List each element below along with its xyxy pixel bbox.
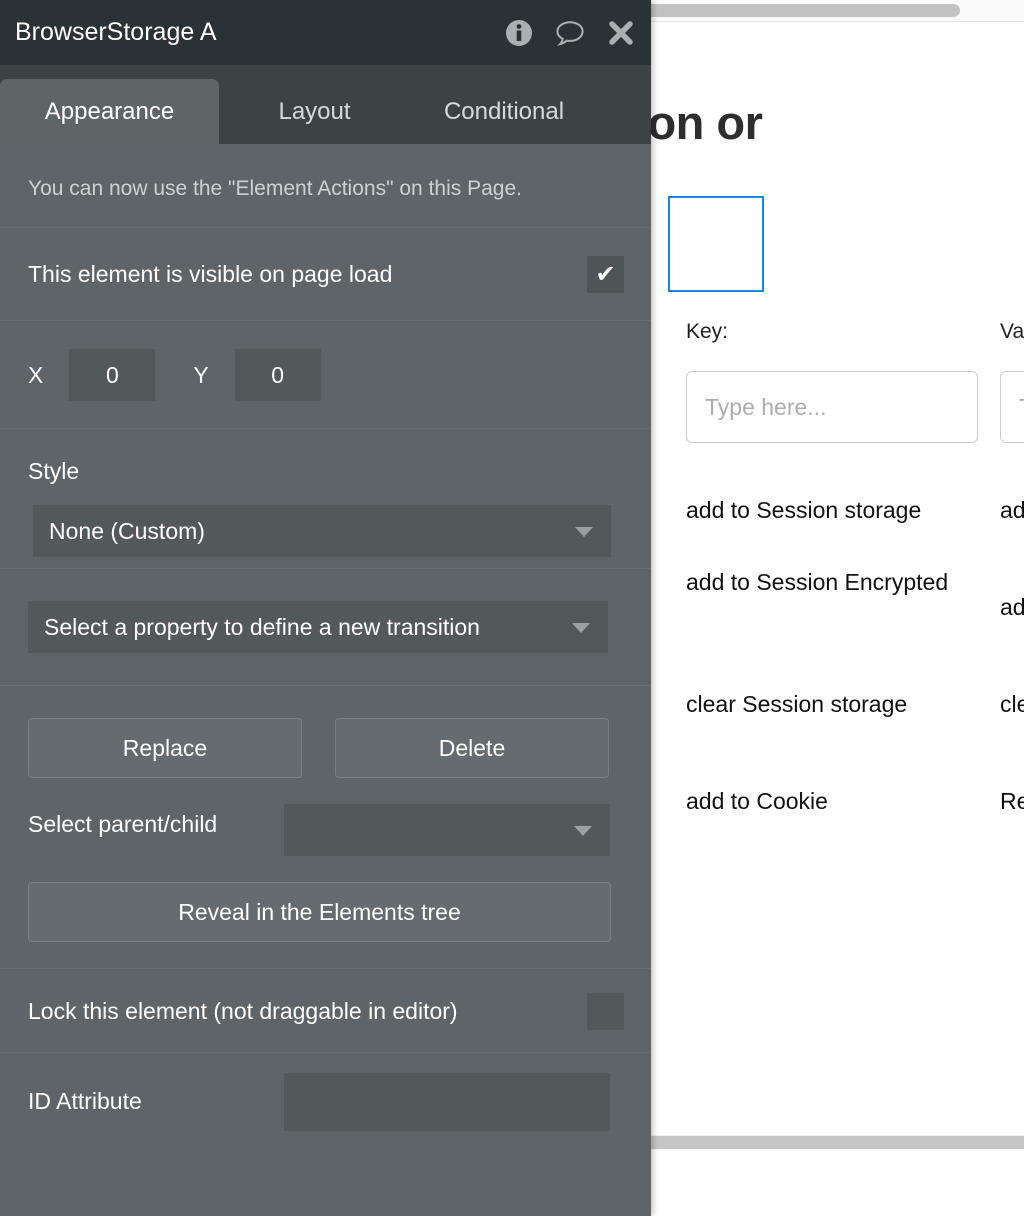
section-id-attribute: ID Attribute xyxy=(0,1053,651,1149)
style-dropdown[interactable]: None (Custom) xyxy=(33,505,611,557)
parent-child-label: Select parent/child xyxy=(28,811,218,837)
section-lock: Lock this element (not draggable in edit… xyxy=(0,969,651,1053)
chevron-down-icon xyxy=(574,826,592,836)
lock-element-checkbox[interactable] xyxy=(587,992,624,1030)
x-label: X xyxy=(28,361,44,388)
action-item-read-cookie-right[interactable]: Read Cookie xyxy=(1000,787,1024,816)
panel-body: You can now use the "Element Actions" on… xyxy=(0,144,651,1216)
section-position: X 0 Y 0 xyxy=(0,321,651,429)
delete-button[interactable]: Delete xyxy=(335,718,609,778)
action-item-session-storage-right[interactable]: add to Session storage xyxy=(1000,496,1024,525)
chevron-down-icon xyxy=(572,623,590,633)
visible-on-load-label: This element is visible on page load xyxy=(28,261,393,287)
parent-child-dropdown[interactable] xyxy=(284,804,610,856)
transition-dropdown[interactable]: Select a property to define a new transi… xyxy=(28,601,608,653)
y-input[interactable]: 0 xyxy=(234,349,321,401)
panel-titlebar: BrowserStorage A xyxy=(0,0,651,65)
section-transition: Select a property to define a new transi… xyxy=(0,569,651,686)
action-item-session-storage[interactable]: add to Session storage xyxy=(686,496,966,525)
section-hint: You can now use the "Element Actions" on… xyxy=(0,144,651,228)
replace-button[interactable]: Replace xyxy=(28,718,302,778)
property-editor-panel: BrowserStorage A Appearance Layout Condi… xyxy=(0,0,651,1216)
tab-layout[interactable]: Layout xyxy=(247,79,382,144)
selected-element-outline[interactable] xyxy=(668,196,764,292)
y-label: Y xyxy=(193,361,209,388)
lock-element-label: Lock this element (not draggable in edit… xyxy=(28,997,458,1024)
style-dropdown-value: None (Custom) xyxy=(49,517,205,544)
style-label: Style xyxy=(28,458,80,484)
action-item-clear-session-right[interactable]: clear Session storage xyxy=(1000,690,1024,719)
info-icon[interactable] xyxy=(505,19,533,47)
checkmark-icon: ✔ xyxy=(595,261,616,288)
tab-layout-label: Layout xyxy=(278,97,351,125)
tabstrip: Appearance Layout Conditional xyxy=(0,65,651,144)
tab-appearance[interactable]: Appearance xyxy=(0,79,219,144)
action-item-add-cookie[interactable]: add to Cookie xyxy=(686,787,966,816)
comment-icon[interactable] xyxy=(555,19,585,47)
section-visibility: This element is visible on page load ✔ xyxy=(0,228,651,321)
close-icon[interactable] xyxy=(607,19,635,47)
tab-appearance-label: Appearance xyxy=(44,97,175,125)
value-input[interactable]: Type here... xyxy=(1000,371,1024,443)
value-column-label: Value: xyxy=(1000,320,1024,343)
section-style: Style None (Custom) xyxy=(0,429,651,569)
key-input[interactable]: Type here... xyxy=(686,371,978,443)
visible-on-load-checkbox[interactable]: ✔ xyxy=(587,256,624,293)
action-item-session-encrypted[interactable]: add to Session Encrypted xyxy=(686,568,966,597)
chevron-down-icon xyxy=(575,527,593,537)
reveal-in-elements-tree-button[interactable]: Reveal in the Elements tree xyxy=(28,882,611,942)
titlebar-icon-group xyxy=(505,0,635,65)
x-input[interactable]: 0 xyxy=(69,349,156,401)
tab-conditional[interactable]: Conditional xyxy=(404,79,604,144)
key-column-label: Key: xyxy=(686,320,729,343)
id-attribute-input[interactable] xyxy=(284,1073,610,1131)
transition-dropdown-value: Select a property to define a new transi… xyxy=(44,613,480,640)
tab-conditional-label: Conditional xyxy=(443,97,565,125)
element-actions-hint: You can now use the "Element Actions" on… xyxy=(28,177,522,200)
action-item-clear-session[interactable]: clear Session storage xyxy=(686,690,966,719)
panel-title: BrowserStorage A xyxy=(15,18,217,46)
id-attribute-label: ID Attribute xyxy=(28,1088,142,1114)
section-actions: Replace Delete Select parent/child Revea… xyxy=(0,686,651,969)
action-item-session-encrypted-right[interactable]: add to Session Encrypted xyxy=(1000,593,1024,622)
